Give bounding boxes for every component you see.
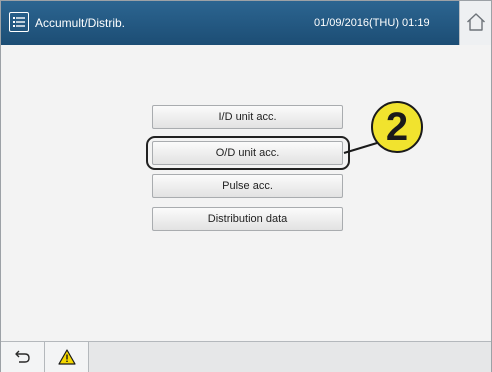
warning-icon (58, 349, 76, 365)
title-bar: Accumult/Distrib. 01/09/2016(THU) 01:19 (1, 1, 491, 45)
callout-line (343, 142, 378, 154)
home-icon (467, 13, 485, 31)
step-number-badge: 2 (371, 101, 423, 153)
od-unit-acc-button[interactable]: O/D unit acc. (152, 141, 343, 165)
bottom-toolbar (1, 341, 491, 372)
date-time-display: 01/09/2016(THU) 01:19 (314, 17, 430, 29)
back-button[interactable] (1, 342, 45, 372)
app-window: Accumult/Distrib. 01/09/2016(THU) 01:19 … (0, 0, 492, 372)
distribution-data-button[interactable]: Distribution data (152, 207, 343, 231)
list-menu-icon[interactable] (9, 12, 29, 32)
screen-title: Accumult/Distrib. (35, 16, 126, 30)
main-content: I/D unit acc. O/D unit acc. Pulse acc. D… (1, 45, 491, 341)
pulse-acc-button[interactable]: Pulse acc. (152, 174, 343, 198)
warning-button[interactable] (45, 342, 89, 372)
id-unit-acc-button[interactable]: I/D unit acc. (152, 105, 343, 129)
back-arrow-icon (15, 350, 30, 363)
home-button[interactable] (459, 1, 491, 45)
